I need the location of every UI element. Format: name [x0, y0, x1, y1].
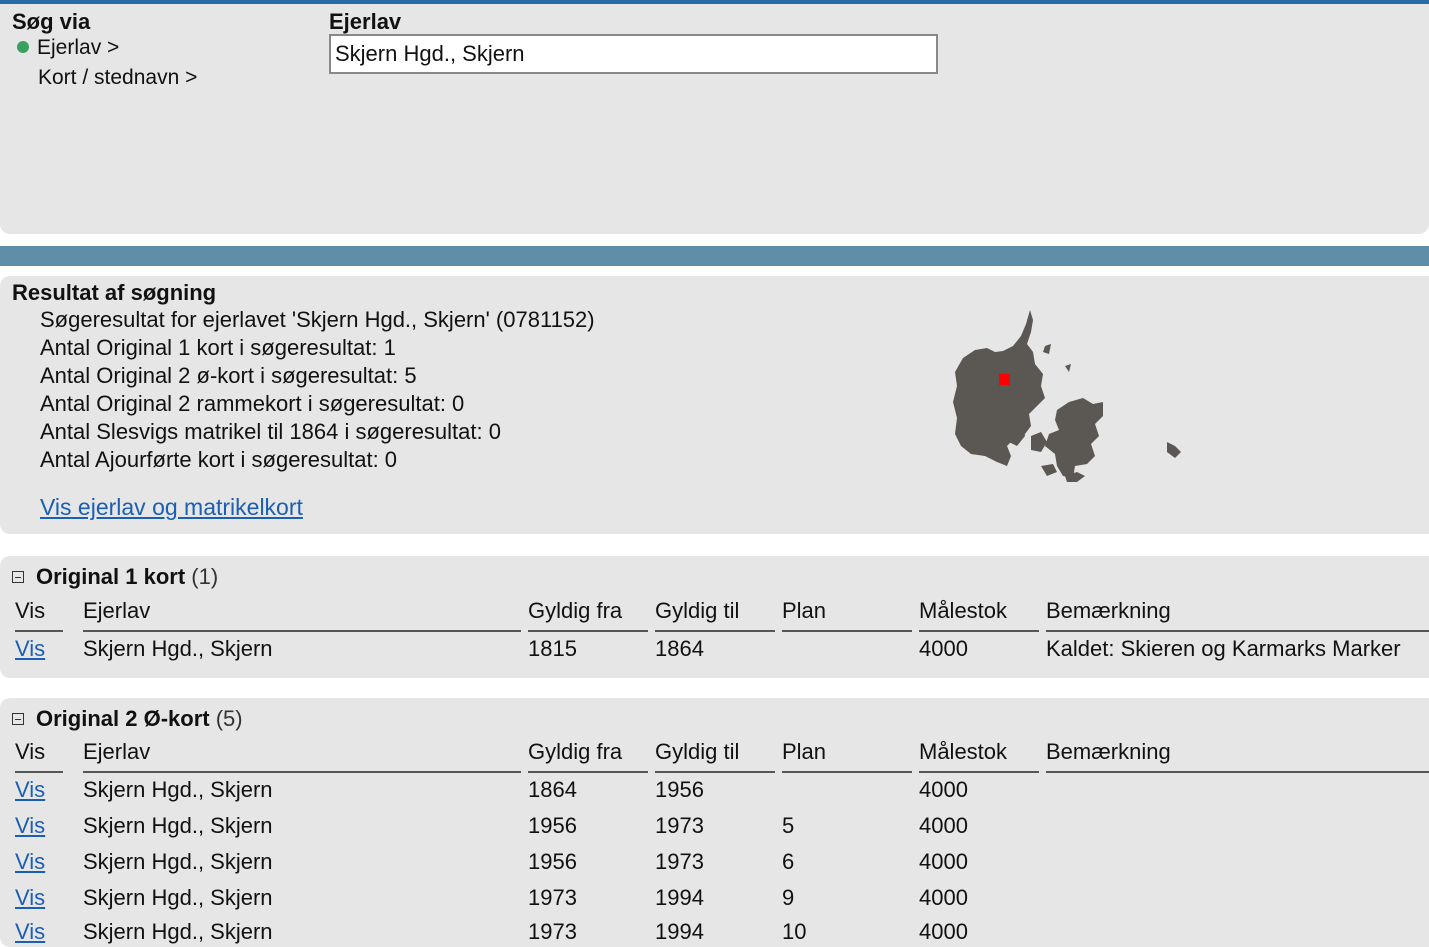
col-header-gyldig-fra: Gyldig fra [528, 598, 648, 632]
col-header-ejerlav: Ejerlav [83, 739, 521, 773]
result-title: Resultat af søgning [12, 280, 217, 305]
original2-title: Original 2 Ø-kort [36, 706, 210, 731]
show-ejerlav-map-link[interactable]: Vis ejerlav og matrikelkort [40, 494, 303, 521]
cell-gyldig-fra: 1973 [528, 885, 577, 910]
cell-ejerlav: Skjern Hgd., Skjern [83, 885, 273, 910]
ejerlav-field-label: Ejerlav [329, 9, 402, 34]
result-summary: Søgeresultat for ejerlavet 'Skjern Hgd.,… [40, 306, 595, 474]
search-panel: Søg via Ejerlav > Kort / stednavn > Ejer… [0, 4, 1429, 234]
cell-gyldig-fra: 1973 [528, 919, 577, 944]
cell-gyldig-til: 1994 [655, 919, 704, 944]
cell-plan: 10 [782, 919, 807, 944]
cell-gyldig-til: 1864 [655, 636, 704, 661]
ejerlav-input[interactable] [329, 34, 938, 74]
result-line: Søgeresultat for ejerlavet 'Skjern Hgd.,… [40, 307, 595, 332]
col-header-gyldig-fra: Gyldig fra [528, 739, 648, 773]
cell-gyldig-til: 1956 [655, 777, 704, 802]
col-header-plan: Plan [782, 739, 912, 773]
cell-gyldig-til: 1973 [655, 849, 704, 874]
col-header-malestok: Målestok [919, 739, 1039, 773]
collapse-icon[interactable] [12, 571, 24, 583]
col-header-ejerlav: Ejerlav [83, 598, 521, 632]
original1-title: Original 1 kort [36, 564, 186, 589]
search-option-ejerlav-label: Ejerlav > [37, 36, 120, 59]
cell-plan: 5 [782, 813, 795, 838]
vis-link[interactable]: Vis [15, 813, 45, 839]
original2-section: Original 2 Ø-kort (5) Vis Ejerlav Gyldig… [0, 698, 1429, 947]
search-option-kort-stednavn[interactable]: Kort / stednavn > [38, 66, 197, 90]
col-header-vis: Vis [15, 739, 63, 773]
denmark-landmass [953, 310, 1181, 482]
col-header-gyldig-til: Gyldig til [655, 739, 775, 773]
collapse-icon[interactable] [12, 713, 24, 725]
cell-gyldig-fra: 1864 [528, 777, 577, 802]
cell-ejerlav: Skjern Hgd., Skjern [83, 777, 273, 802]
cell-gyldig-til: 1994 [655, 885, 704, 910]
cell-ejerlav: Skjern Hgd., Skjern [83, 636, 273, 661]
cell-gyldig-fra: 1815 [528, 636, 577, 661]
col-header-vis: Vis [15, 598, 63, 632]
original1-header[interactable]: Original 1 kort (1) [12, 564, 218, 590]
location-marker [999, 374, 1010, 385]
cell-plan: 9 [782, 885, 795, 910]
result-line: Antal Original 2 ø-kort i søgeresultat: … [40, 363, 417, 388]
vis-link[interactable]: Vis [15, 885, 45, 911]
active-dot-icon [17, 41, 29, 53]
vis-link[interactable]: Vis [15, 777, 45, 803]
cell-ejerlav: Skjern Hgd., Skjern [83, 849, 273, 874]
cell-ejerlav: Skjern Hgd., Skjern [83, 919, 273, 944]
cell-gyldig-fra: 1956 [528, 813, 577, 838]
col-header-malestok: Målestok [919, 598, 1039, 632]
search-option-ejerlav[interactable]: Ejerlav > [17, 36, 119, 60]
col-header-bemaerkning: Bemærkning [1046, 739, 1429, 773]
vis-link[interactable]: Vis [15, 849, 45, 875]
cell-malestok: 4000 [919, 849, 968, 874]
result-panel: Resultat af søgning Søgeresultat for eje… [0, 276, 1429, 534]
vis-link[interactable]: Vis [15, 636, 45, 662]
cell-bemaerkning: Kaldet: Skieren og Karmarks Marker [1046, 636, 1401, 661]
cell-malestok: 4000 [919, 885, 968, 910]
cell-gyldig-til: 1973 [655, 813, 704, 838]
denmark-map-icon [953, 310, 1181, 482]
cell-malestok: 4000 [919, 813, 968, 838]
result-line: Antal Original 2 rammekort i søgeresulta… [40, 391, 465, 416]
result-line: Antal Original 1 kort i søgeresultat: 1 [40, 335, 396, 360]
vis-link[interactable]: Vis [15, 919, 45, 945]
col-header-bemaerkning: Bemærkning [1046, 598, 1429, 632]
search-via-title: Søg via [12, 9, 91, 34]
original1-count: (1) [191, 564, 219, 589]
cell-malestok: 4000 [919, 777, 968, 802]
cell-plan: 6 [782, 849, 795, 874]
cell-malestok: 4000 [919, 636, 968, 661]
cell-ejerlav: Skjern Hgd., Skjern [83, 813, 273, 838]
cell-gyldig-fra: 1956 [528, 849, 577, 874]
result-line: Antal Ajourførte kort i søgeresultat: 0 [40, 447, 398, 472]
original2-header[interactable]: Original 2 Ø-kort (5) [12, 706, 243, 732]
section-divider-band [0, 246, 1429, 266]
cell-malestok: 4000 [919, 919, 968, 944]
col-header-gyldig-til: Gyldig til [655, 598, 775, 632]
result-line: Antal Slesvigs matrikel til 1864 i søger… [40, 419, 501, 444]
col-header-plan: Plan [782, 598, 912, 632]
original1-section: Original 1 kort (1) Vis Ejerlav Gyldig f… [0, 556, 1429, 678]
original2-count: (5) [215, 706, 243, 731]
